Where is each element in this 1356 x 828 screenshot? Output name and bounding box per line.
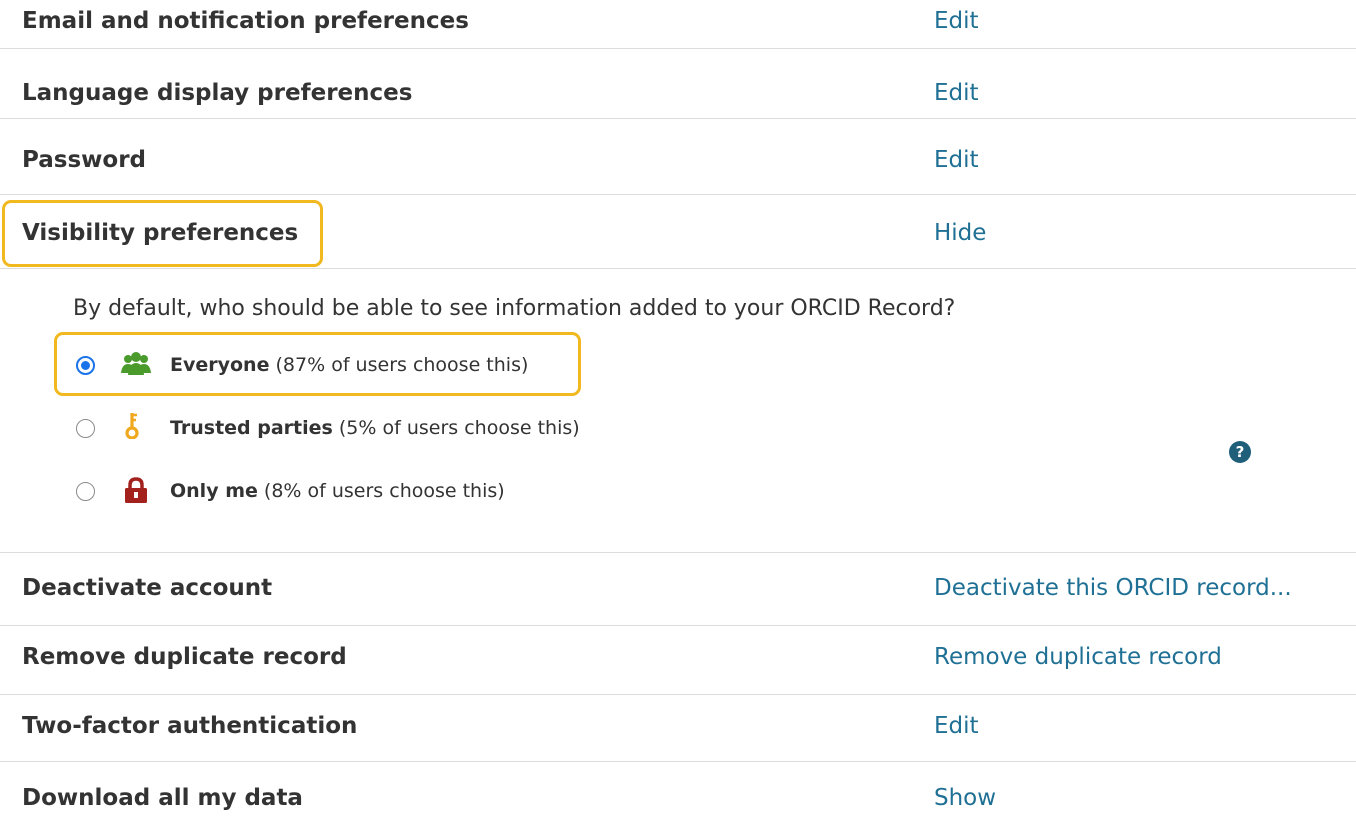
- visibility-panel: By default, who should be able to see in…: [0, 269, 1356, 553]
- settings-row-download: Download all my data Show: [0, 762, 1356, 828]
- remove-duplicate-link[interactable]: Remove duplicate record: [934, 644, 1222, 670]
- settings-row-deactivate: Deactivate account Deactivate this ORCID…: [0, 552, 1356, 626]
- radio-everyone[interactable]: [76, 356, 95, 375]
- lock-icon: [125, 477, 147, 503]
- settings-row-visibility: Visibility preferences Hide: [0, 195, 1356, 269]
- row-label: Two-factor authentication: [22, 713, 358, 739]
- option-everyone[interactable]: Everyone (87% of users choose this): [76, 351, 576, 383]
- account-settings: Email and notification preferences Edit …: [0, 0, 1356, 828]
- option-only-me[interactable]: Only me (8% of users choose this): [76, 477, 556, 509]
- row-label: Remove duplicate record: [22, 644, 347, 670]
- radio-trusted-parties[interactable]: [76, 419, 95, 438]
- hide-visibility-link[interactable]: Hide: [934, 220, 986, 246]
- option-detail: (5% of users choose this): [332, 417, 580, 439]
- option-name: Only me: [170, 480, 258, 502]
- option-detail: (87% of users choose this): [269, 354, 529, 376]
- settings-row-language: Language display preferences Edit: [0, 48, 1356, 119]
- edit-language-link[interactable]: Edit: [934, 80, 979, 106]
- option-only-me-label: Only me (8% of users choose this): [170, 480, 505, 502]
- show-download-link[interactable]: Show: [934, 785, 996, 811]
- edit-password-link[interactable]: Edit: [934, 147, 979, 173]
- row-label: Deactivate account: [22, 575, 273, 601]
- option-everyone-label: Everyone (87% of users choose this): [170, 354, 528, 376]
- radio-only-me[interactable]: [76, 482, 95, 501]
- row-label: Password: [22, 147, 146, 173]
- option-detail: (8% of users choose this): [257, 480, 505, 502]
- row-label: Visibility preferences: [22, 220, 299, 246]
- edit-email-link[interactable]: Edit: [934, 8, 979, 34]
- row-label: Email and notification preferences: [22, 8, 469, 34]
- settings-row-email: Email and notification preferences Edit: [0, 0, 1356, 49]
- edit-two-factor-link[interactable]: Edit: [934, 713, 979, 739]
- row-label: Download all my data: [22, 785, 303, 811]
- settings-row-two-factor: Two-factor authentication Edit: [0, 695, 1356, 762]
- key-icon: [125, 413, 139, 439]
- settings-row-duplicate: Remove duplicate record Remove duplicate…: [0, 626, 1356, 695]
- visibility-question: By default, who should be able to see in…: [73, 296, 956, 321]
- option-trusted-parties[interactable]: Trusted parties (5% of users choose this…: [76, 413, 636, 446]
- help-icon[interactable]: ?: [1229, 441, 1251, 463]
- group-icon: [121, 352, 151, 375]
- settings-row-password: Password Edit: [0, 119, 1356, 195]
- option-trusted-parties-label: Trusted parties (5% of users choose this…: [170, 417, 580, 439]
- row-label: Language display preferences: [22, 80, 413, 106]
- option-name: Everyone: [170, 354, 270, 376]
- deactivate-record-link[interactable]: Deactivate this ORCID record...: [934, 575, 1292, 601]
- option-name: Trusted parties: [170, 417, 333, 439]
